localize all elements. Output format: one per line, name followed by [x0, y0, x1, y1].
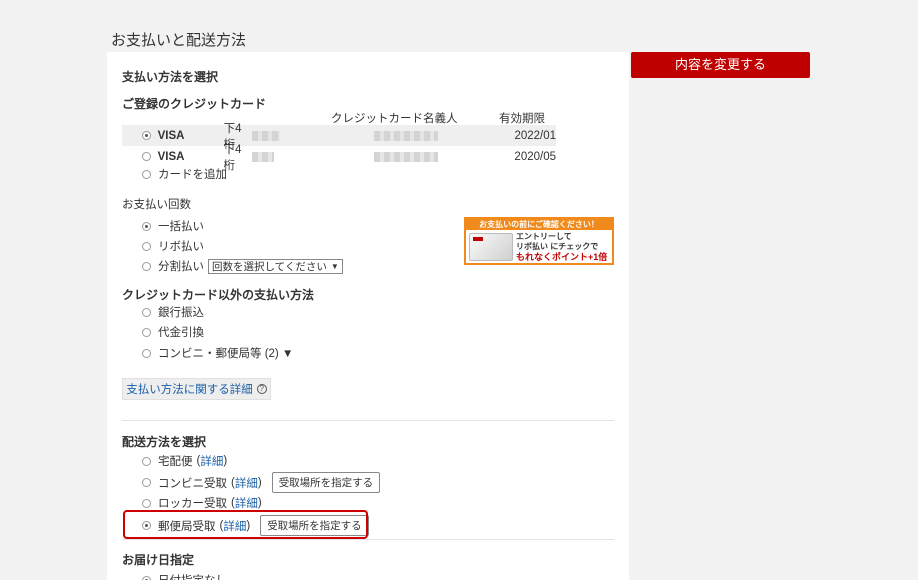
installment-split-option[interactable]: 分割払い 回数を選択してください ▼: [142, 258, 343, 274]
section-divider: [122, 420, 614, 421]
card-holder-header: クレジットカード名義人: [331, 113, 458, 125]
revolving-promo-banner[interactable]: お支払いの前にご確認ください！ エントリーして リボ払い にチェックで もれなく…: [464, 217, 614, 265]
expiry-header: 有効期限: [499, 113, 545, 125]
shipping-section-title: 配送方法を選択: [122, 435, 207, 449]
shipping-convenience-detail-link[interactable]: 詳細: [235, 475, 258, 491]
installment-revolving-label: リボ払い: [158, 241, 204, 253]
bank-transfer-label: 銀行振込: [158, 307, 204, 319]
card-holder-redacted: [374, 130, 439, 141]
installment-revolving-radio[interactable]: [142, 241, 151, 251]
add-card-label: カードを追加: [158, 169, 227, 181]
bank-transfer-radio[interactable]: [142, 307, 151, 317]
installment-lump-label: 一括払い: [158, 221, 204, 233]
card-expiry: 2022/01: [514, 129, 557, 142]
card-radio[interactable]: [142, 152, 151, 161]
card-row[interactable]: VISA 下4桁 2022/01: [122, 123, 557, 151]
payment-details-label: 支払い方法に関する詳細: [126, 384, 253, 396]
other-payment-title: クレジットカード以外の支払い方法: [122, 288, 315, 302]
convenience-payment-radio[interactable]: [142, 348, 151, 358]
card-last4-redacted: [251, 130, 281, 141]
card-brand: VISA: [157, 129, 185, 142]
installment-split-label: 分割払い: [158, 261, 204, 273]
shipping-locker-label: ロッカー受取: [158, 498, 227, 510]
shipping-home-label: 宅配便: [158, 456, 193, 468]
credit-card-image: [469, 233, 513, 261]
arrow-right-icon: [516, 263, 525, 265]
card-radio[interactable]: [142, 131, 151, 140]
shipping-home-detail-link[interactable]: 詳細: [200, 453, 223, 469]
card-last4-label: 下4桁: [223, 143, 242, 172]
shipping-home-option[interactable]: 宅配便 (詳細): [142, 453, 227, 469]
installment-revolving-option[interactable]: リボ払い: [142, 238, 204, 254]
payment-details-button[interactable]: 支払い方法に関する詳細 ?: [122, 378, 271, 400]
banner-line3: もれなくポイント+1倍: [516, 252, 608, 262]
section-divider: [122, 539, 614, 540]
shipping-convenience-radio[interactable]: [142, 478, 151, 487]
delivery-none-option[interactable]: 日付指定なし: [142, 572, 227, 580]
installment-split-radio[interactable]: [142, 261, 151, 271]
payment-section-title: 支払い方法を選択: [122, 70, 219, 84]
question-icon: ?: [256, 384, 267, 394]
card-row[interactable]: VISA 下4桁 2020/05: [122, 144, 556, 172]
shipping-convenience-label: コンビニ受取: [158, 477, 227, 490]
add-card-option[interactable]: カードを追加: [142, 166, 227, 182]
banner-line2: リボ払い にチェックで: [516, 242, 599, 251]
cod-option[interactable]: 代金引換: [142, 324, 204, 340]
convenience-payment-option[interactable]: コンビニ・郵便局等 (2) ▼: [142, 345, 293, 361]
shipping-home-radio[interactable]: [142, 456, 151, 466]
change-content-button[interactable]: 内容を変更する: [631, 52, 810, 78]
shipping-locker-detail-link[interactable]: 詳細: [235, 495, 258, 511]
card-brand: VISA: [157, 150, 185, 163]
installment-lump-radio[interactable]: [142, 221, 151, 231]
delivery-date-title: お届け日指定: [122, 553, 195, 567]
banner-header: お支払いの前にご確認ください！: [466, 219, 612, 230]
installment-count-select[interactable]: 回数を選択してください ▼: [208, 258, 343, 274]
bank-transfer-option[interactable]: 銀行振込: [142, 304, 204, 320]
installment-lump-option[interactable]: 一括払い: [142, 218, 204, 234]
highlight-box: [123, 510, 368, 539]
shipping-locker-radio[interactable]: [142, 498, 151, 508]
shipping-locker-option[interactable]: ロッカー受取 (詳細): [142, 495, 262, 511]
cod-radio[interactable]: [142, 327, 151, 337]
card-holder-redacted: [374, 151, 439, 162]
add-card-radio[interactable]: [142, 169, 151, 179]
convenience-payment-label: コンビニ・郵便局等 (2) ▼: [158, 348, 294, 360]
banner-line1: エントリーして: [516, 232, 572, 241]
convenience-specify-location-button[interactable]: 受取場所を指定する: [271, 472, 381, 493]
chevron-down-icon: ▼: [330, 261, 339, 271]
delivery-none-radio[interactable]: [142, 575, 151, 580]
installments-title: お支払い回数: [122, 199, 191, 211]
card-expiry: 2020/05: [514, 150, 556, 163]
installment-count-value: 回数を選択してください: [212, 260, 327, 273]
shipping-convenience-option[interactable]: コンビニ受取 (詳細) 受取場所を指定する: [142, 472, 381, 493]
registered-cards-title: ご登録のクレジットカード: [122, 97, 267, 111]
page-title: お支払いと配送方法: [111, 32, 247, 49]
delivery-none-label: 日付指定なし: [158, 572, 227, 580]
card-last4-redacted: [251, 151, 275, 162]
cod-label: 代金引換: [158, 327, 204, 339]
